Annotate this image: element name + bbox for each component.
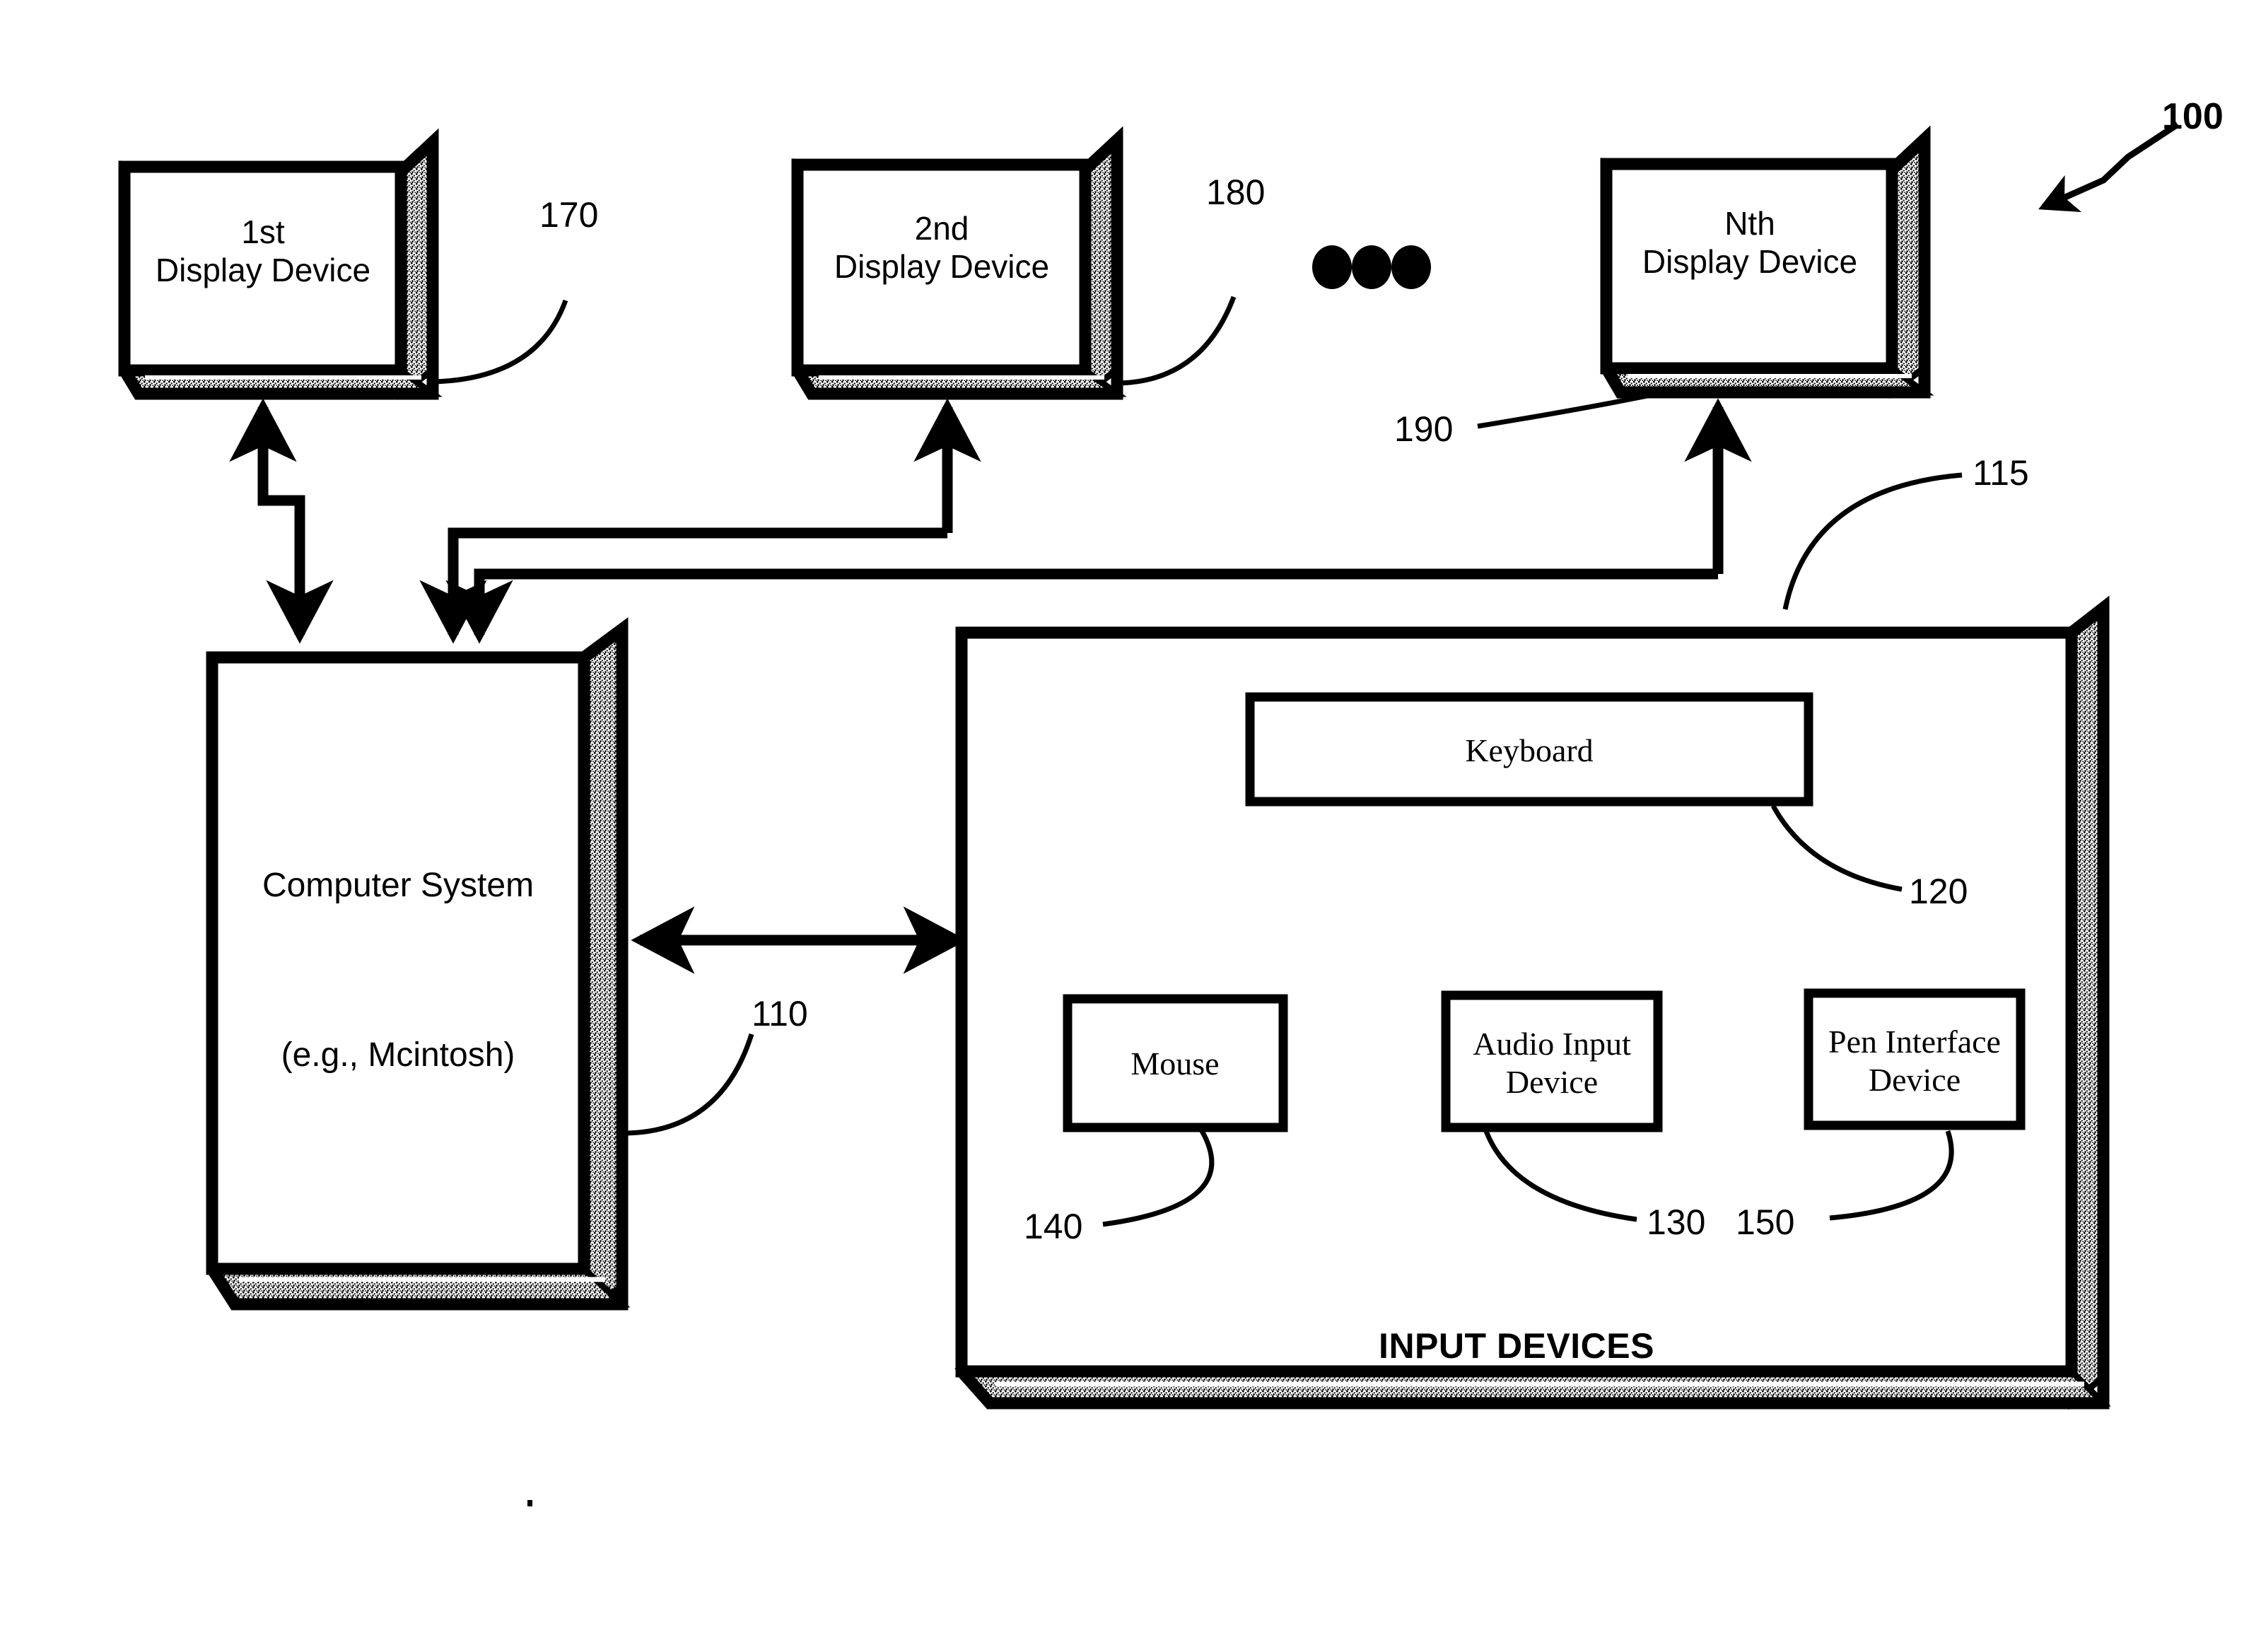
ellipsis-dots-graphic [1312, 245, 1431, 289]
pen-interface-label-text: Pen Interface Device [1828, 1023, 2001, 1098]
input-devices-panel-graphic [954, 472, 2111, 1410]
numeral-110: 110 [752, 994, 808, 1033]
input-devices-caption: INPUT DEVICES [1379, 1326, 1654, 1366]
numeral-140: 140 [1024, 1207, 1083, 1246]
keyboard-label: Keyboard [1251, 732, 1807, 770]
display-device-1-label: 1st Display Device [127, 212, 399, 290]
pen-interface-label: Pen Interface Device [1810, 1019, 2019, 1103]
mouse-label-text: Mouse [1130, 1045, 1220, 1082]
keyboard-label-text: Keyboard [1465, 732, 1594, 768]
display-n-line1: Nth [1724, 204, 1775, 242]
numeral-100: 100 [2162, 96, 2224, 137]
numeral-180: 180 [1206, 172, 1266, 212]
display-1-line1: 1st [241, 213, 285, 250]
figure-numeral-arrow [2038, 122, 2180, 213]
display-2-line1: 2nd [914, 209, 969, 247]
mouse-label: Mouse [1069, 1045, 1281, 1083]
audio-input-label-text: Audio Input Device [1473, 1025, 1631, 1100]
numeral-170: 170 [539, 195, 599, 235]
computer-system-graphic [206, 617, 754, 1311]
display-device-n-graphic [1477, 125, 1934, 429]
numeral-115: 115 [1973, 453, 2029, 493]
audio-input-label: Audio Input Device [1447, 1021, 1657, 1105]
display-1-line2: Display Device [155, 252, 371, 288]
display-2-line2: Display Device [834, 248, 1050, 285]
display-device-n-label: Nth Display Device [1609, 204, 1891, 281]
computer-system-line2: (e.g., Mcintosh) [281, 1036, 515, 1074]
numeral-130: 130 [1647, 1202, 1706, 1242]
numeral-120: 120 [1909, 872, 1968, 911]
scan-artifact-speck [527, 1500, 532, 1506]
display-device-2-label: 2nd Display Device [800, 209, 1083, 286]
patent-figure: 1st Display Device 170 2nd Display Devic… [0, 0, 2261, 1652]
display-n-line2: Display Device [1642, 243, 1858, 280]
computer-system-line1: Computer System [262, 867, 534, 904]
numeral-190: 190 [1394, 409, 1454, 449]
numeral-150: 150 [1736, 1202, 1795, 1242]
